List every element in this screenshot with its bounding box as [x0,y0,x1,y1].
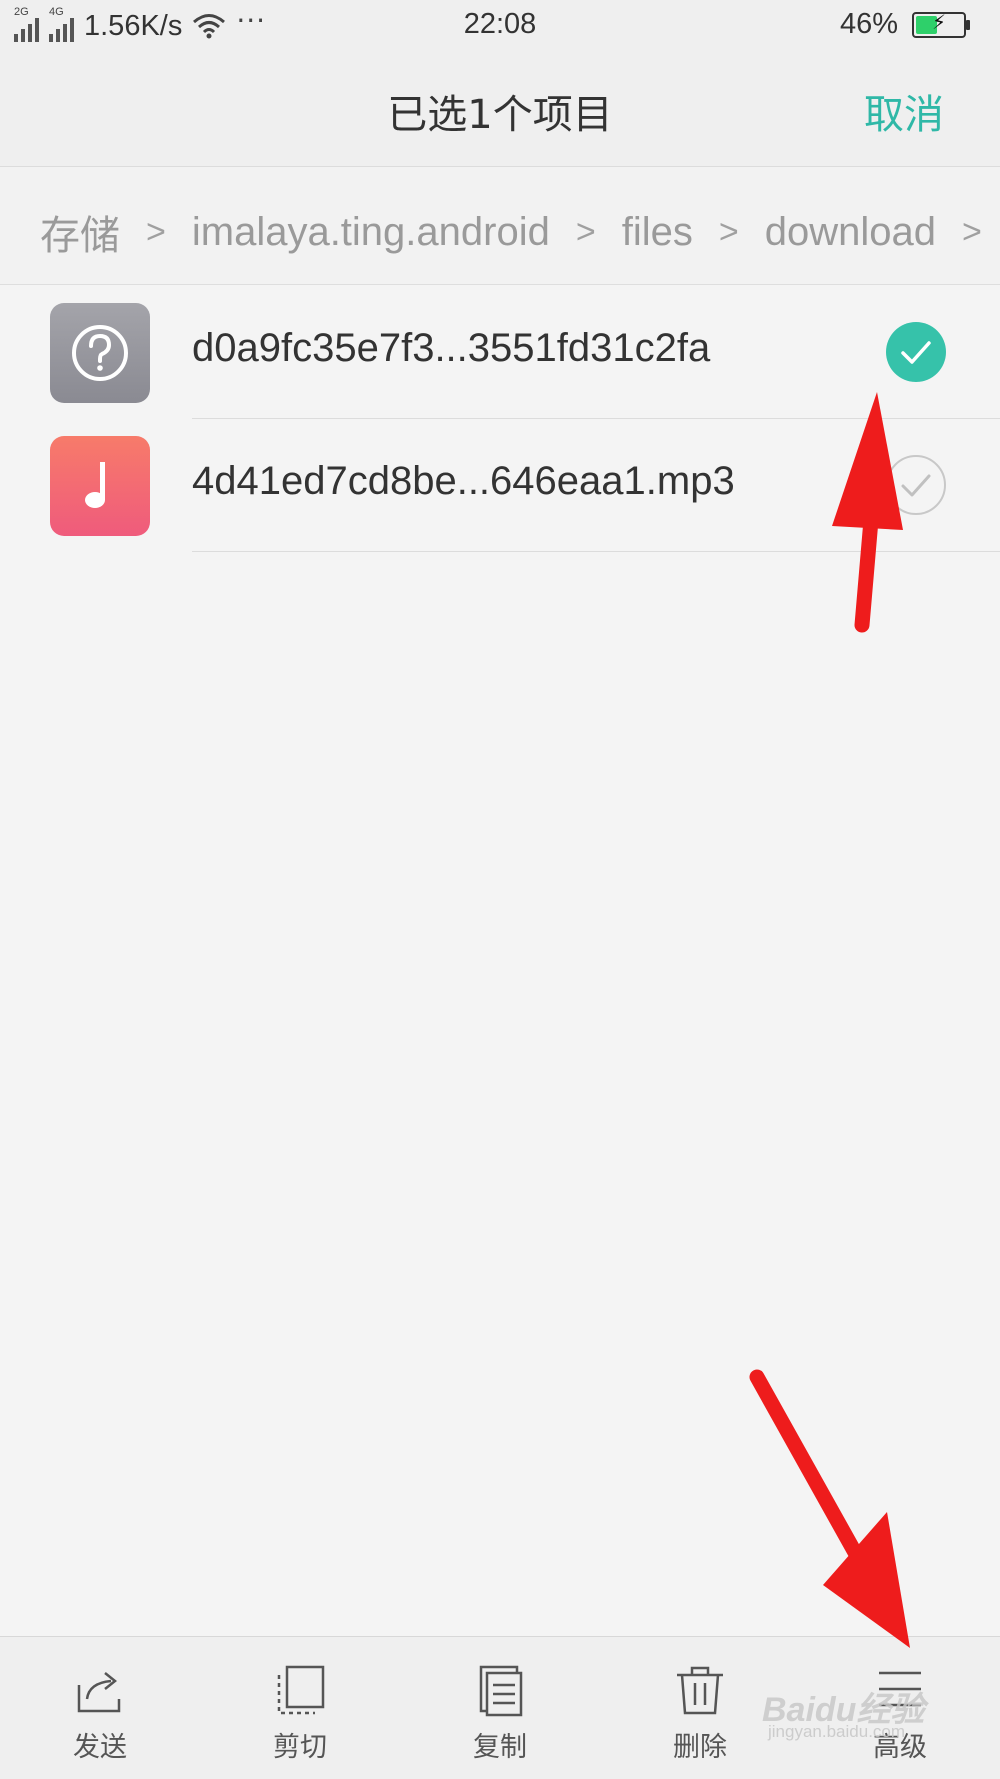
red-arrow-down-icon [749,1369,910,1648]
copy-icon [479,1665,523,1717]
delete-label: 删除 [673,1732,727,1763]
checkbox-unselected[interactable] [886,455,946,515]
unknown-file-icon [50,303,150,403]
breadcrumb-files[interactable]: files [622,210,693,255]
breadcrumb-storage[interactable]: 存储 [40,203,120,261]
share-icon [77,1672,121,1713]
list-item[interactable]: 4d41ed7cd8be...646eaa1.mp3 [0,419,1000,552]
status-bar: 2G 4G 1.56K/s ··· 22:08 46% ⚡ [0,0,1000,52]
battery-percent: 46% [839,8,898,40]
cut-label: 剪切 [273,1732,327,1763]
battery-icon: ⚡ [912,10,970,38]
breadcrumb-app-folder[interactable]: ximalaya.ting.android [192,210,550,255]
copy-button[interactable]: 复制 [440,1637,560,1779]
file-name: d0a9fc35e7f3...3551fd31c2fa [192,326,711,370]
delete-button[interactable]: 删除 [640,1637,760,1779]
chevron-right-icon: > [146,212,166,251]
cut-button[interactable]: 剪切 [240,1637,360,1779]
divider [192,551,1000,552]
send-button[interactable]: 发送 [40,1637,160,1779]
cut-icon [277,1665,325,1715]
cancel-button[interactable]: 取消 [864,82,944,140]
file-name: 4d41ed7cd8be...646eaa1.mp3 [192,459,735,503]
page-title: 已选1个项目 [387,92,613,138]
checkbox-selected[interactable] [886,322,946,382]
selection-header: 已选1个项目 取消 [0,52,1000,167]
music-file-icon [50,436,150,536]
breadcrumb-download[interactable]: download [765,210,936,255]
chevron-right-icon: > [575,212,596,251]
chevron-right-icon: > [718,212,739,251]
list-item[interactable]: d0a9fc35e7f3...3551fd31c2fa [0,286,1000,419]
breadcrumb: 存储 > ximalaya.ting.android > files > dow… [0,167,1000,285]
watermark-url: jingyan.baidu.com [768,1722,906,1741]
chevron-right-icon: > [961,212,982,251]
trash-icon [677,1666,723,1715]
copy-label: 复制 [473,1732,527,1763]
send-label: 发送 [73,1732,127,1763]
